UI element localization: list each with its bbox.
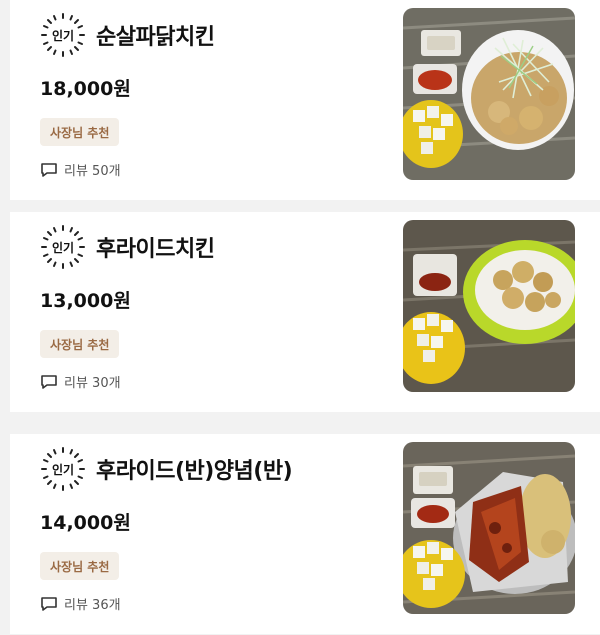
menu-item-title-row: 인기 후라이드(반)양념(반) (40, 446, 293, 492)
review-count-label: 리뷰 30개 (64, 376, 121, 391)
menu-item-photo[interactable] (403, 220, 575, 392)
chat-bubble-icon (41, 162, 57, 177)
menu-item-name[interactable]: 순살파닭치킨 (96, 19, 215, 51)
review-count[interactable]: 리뷰 36개 (40, 594, 121, 613)
popular-badge: 인기 (40, 224, 86, 270)
menu-item-name[interactable]: 후라이드(반)양념(반) (96, 453, 293, 485)
popular-badge: 인기 (40, 12, 86, 58)
popular-badge: 인기 (40, 446, 86, 492)
owner-recommend-tag: 사장님 추천 (40, 330, 120, 358)
badge-label: 인기 (51, 240, 75, 255)
menu-item-price: 13,000원 (40, 290, 131, 312)
menu-list: 인기 순살파닭치킨 18,000원 사장님 추천 리뷰 50개 인기 후라이드치… (0, 0, 600, 635)
chicken-photo-image (403, 220, 575, 392)
chicken-photo-image (403, 442, 575, 614)
review-count[interactable]: 리뷰 30개 (40, 372, 121, 391)
menu-item-name[interactable]: 후라이드치킨 (96, 231, 215, 263)
menu-item-card[interactable]: 인기 후라이드치킨 13,000원 사장님 추천 리뷰 30개 (10, 212, 600, 412)
badge-label: 인기 (51, 462, 75, 477)
menu-item-title-row: 인기 순살파닭치킨 (40, 12, 215, 58)
menu-item-price: 14,000원 (40, 512, 131, 534)
menu-item-photo[interactable] (403, 442, 575, 614)
owner-recommend-tag: 사장님 추천 (40, 552, 120, 580)
chicken-photo-image (403, 8, 575, 180)
owner-recommend-tag: 사장님 추천 (40, 118, 120, 146)
review-count-label: 리뷰 36개 (64, 598, 121, 613)
review-count[interactable]: 리뷰 50개 (40, 160, 121, 179)
menu-item-card[interactable]: 인기 후라이드(반)양념(반) 14,000원 사장님 추천 리뷰 36개 (10, 434, 600, 634)
badge-label: 인기 (51, 28, 75, 43)
menu-item-card[interactable]: 인기 순살파닭치킨 18,000원 사장님 추천 리뷰 50개 (10, 0, 600, 200)
review-count-label: 리뷰 50개 (64, 164, 121, 179)
menu-item-price: 18,000원 (40, 78, 131, 100)
menu-item-title-row: 인기 후라이드치킨 (40, 224, 215, 270)
menu-item-photo[interactable] (403, 8, 575, 180)
chat-bubble-icon (41, 596, 57, 611)
chat-bubble-icon (41, 374, 57, 389)
